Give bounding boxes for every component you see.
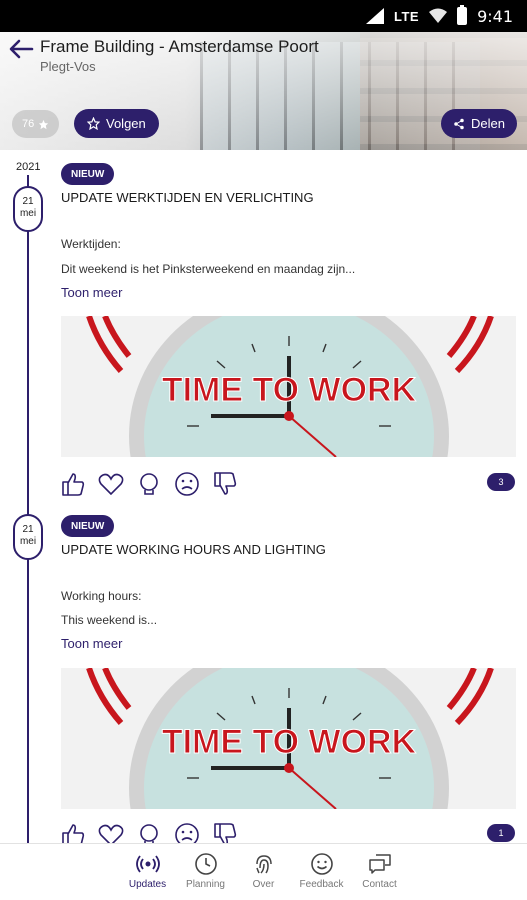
image-text: TIME TO WORK: [162, 371, 417, 409]
nav-over[interactable]: Over: [235, 844, 293, 900]
show-more-link[interactable]: Toon meer: [61, 285, 122, 300]
clock-time: 9:41: [477, 6, 513, 26]
bottom-navigation: Updates Planning Over Feedback Contact: [0, 843, 527, 900]
heart-icon[interactable]: [98, 471, 124, 497]
back-arrow-icon[interactable]: [8, 38, 34, 60]
nav-label: Over: [252, 879, 275, 890]
fingerprint-icon: [255, 855, 272, 874]
post-body-line: Working hours:: [61, 589, 142, 603]
share-label: Delen: [471, 116, 505, 131]
page-title: Frame Building - Amsterdamse Poort: [40, 37, 319, 56]
clock-icon: [194, 853, 217, 875]
page-subtitle: Plegt-Vos: [40, 59, 96, 74]
nav-label: Contact: [362, 879, 397, 890]
timeline-line: [27, 175, 29, 845]
share-icon: [454, 118, 464, 129]
chat-icon: [368, 854, 391, 874]
post-title[interactable]: UPDATE WERKTIJDEN EN VERLICHTING: [61, 190, 314, 205]
rating-badge: 76: [12, 110, 60, 138]
nav-updates[interactable]: Updates: [119, 844, 177, 900]
post-image[interactable]: TIME TO WORK: [61, 668, 516, 809]
signal-icon: [365, 8, 384, 24]
battery-icon: [457, 5, 468, 25]
new-badge: NIEUW: [61, 515, 115, 537]
idea-icon[interactable]: [136, 471, 162, 497]
sad-face-icon[interactable]: [174, 471, 200, 497]
post-body-line: Dit weekend is het Pinksterweekend en ma…: [61, 262, 356, 276]
broadcast-icon: [135, 855, 160, 873]
reaction-count-badge: 3: [487, 473, 515, 491]
wifi-icon: [429, 8, 448, 23]
smiley-icon: [310, 853, 333, 875]
nav-contact[interactable]: Contact: [351, 844, 409, 900]
post-body-line: This weekend is...: [61, 613, 158, 627]
nav-planning[interactable]: Planning: [177, 844, 235, 900]
post-title[interactable]: UPDATE WORKING HOURS AND LIGHTING: [61, 542, 326, 557]
status-bar: LTE 9:41: [0, 0, 527, 32]
nav-label: Updates: [128, 879, 167, 890]
new-badge: NIEUW: [61, 163, 115, 185]
thumbs-up-icon[interactable]: [60, 471, 86, 497]
timeline-year: 2021: [16, 161, 41, 173]
image-text: TIME TO WORK: [162, 723, 417, 761]
show-more-link[interactable]: Toon meer: [61, 636, 122, 651]
star-outline-icon: [87, 117, 100, 130]
post-image[interactable]: TIME TO WORK: [61, 316, 516, 457]
share-button[interactable]: Delen: [441, 109, 517, 138]
rating-value: 76: [22, 118, 35, 130]
reaction-bar: [60, 471, 238, 497]
follow-button[interactable]: Volgen: [74, 109, 159, 138]
network-type: LTE: [393, 8, 420, 24]
thumbs-down-icon[interactable]: [212, 471, 238, 497]
follow-label: Volgen: [106, 116, 146, 131]
nav-feedback[interactable]: Feedback: [293, 844, 351, 900]
post-date: 21 mei: [13, 186, 43, 232]
post-date: 21 mei: [13, 514, 43, 560]
reaction-count-badge: 1: [487, 824, 515, 842]
nav-label: Planning: [186, 879, 225, 890]
star-icon: [39, 119, 49, 129]
nav-label: Feedback: [299, 879, 344, 890]
post-body-line: Werktijden:: [61, 237, 121, 251]
